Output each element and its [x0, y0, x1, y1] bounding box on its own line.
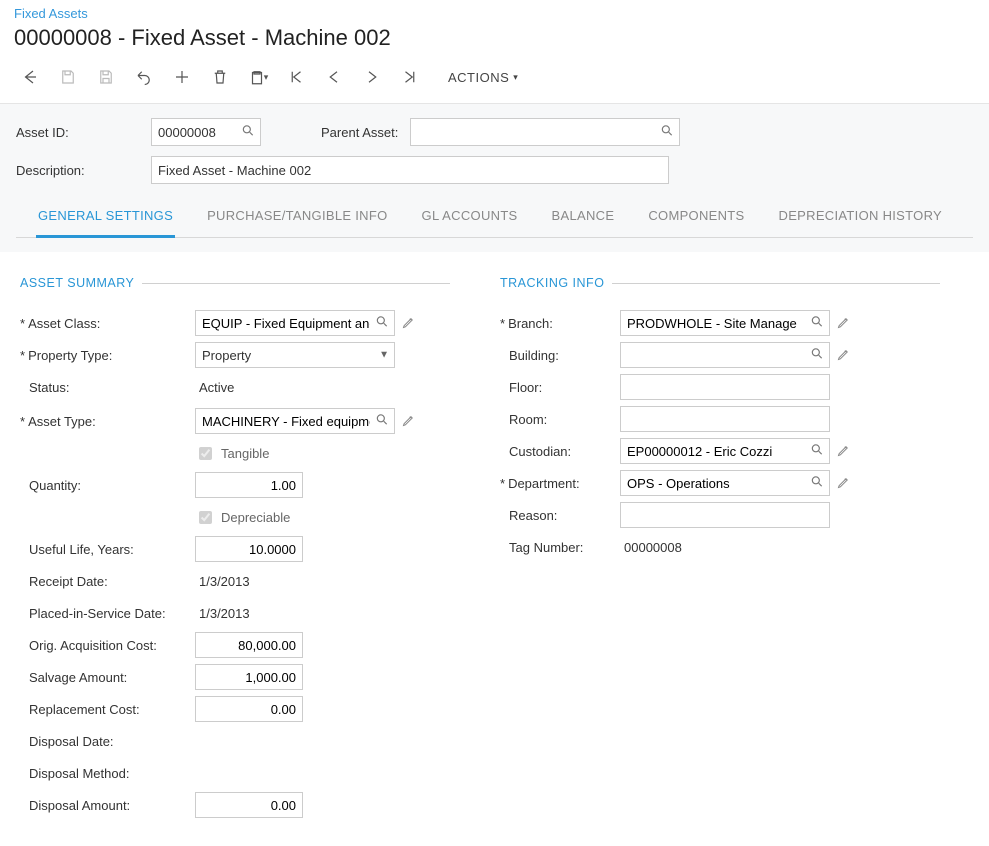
asset-id-label: Asset ID:	[16, 125, 151, 140]
add-button[interactable]	[164, 61, 200, 93]
depreciable-checkbox	[199, 511, 212, 524]
actions-menu[interactable]: ACTIONS▾	[448, 70, 518, 85]
salvage-label: Salvage Amount:	[20, 670, 195, 685]
parent-asset-input[interactable]	[410, 118, 680, 146]
prev-record-button[interactable]	[316, 61, 352, 93]
tab-components[interactable]: COMPONENTS	[646, 196, 746, 238]
parent-asset-label: Parent Asset:	[321, 125, 398, 140]
disposal-amount-input[interactable]	[195, 792, 303, 818]
asset-class-input[interactable]	[195, 310, 395, 336]
tag-number-label: Tag Number:	[500, 540, 620, 555]
asset-type-input[interactable]	[195, 408, 395, 434]
useful-life-label: Useful Life, Years:	[20, 542, 195, 557]
pencil-icon[interactable]	[401, 413, 417, 429]
orig-cost-input[interactable]	[195, 632, 303, 658]
asset-id-input[interactable]	[151, 118, 261, 146]
building-label: Building:	[500, 348, 620, 363]
pencil-icon[interactable]	[836, 315, 852, 331]
custodian-label: Custodian:	[500, 444, 620, 459]
replacement-input[interactable]	[195, 696, 303, 722]
quantity-label: Quantity:	[20, 478, 195, 493]
tag-number-value: 00000008	[620, 540, 682, 555]
reason-input[interactable]	[620, 502, 830, 528]
breadcrumb[interactable]: Fixed Assets	[14, 6, 975, 21]
asset-type-label: Asset Type:	[28, 414, 96, 429]
disposal-amount-label: Disposal Amount:	[20, 798, 195, 813]
save-close-button	[50, 61, 86, 93]
description-label: Description:	[16, 163, 151, 178]
receipt-date-label: Receipt Date:	[20, 574, 195, 589]
replacement-label: Replacement Cost:	[20, 702, 195, 717]
property-type-select[interactable]	[195, 342, 395, 368]
building-input[interactable]	[620, 342, 830, 368]
department-label: Department:	[508, 476, 580, 491]
clipboard-button[interactable]: ▾	[240, 61, 276, 93]
pencil-icon[interactable]	[836, 443, 852, 459]
tab-depreciation-history[interactable]: DEPRECIATION HISTORY	[777, 196, 944, 238]
pencil-icon[interactable]	[836, 347, 852, 363]
page-title: 00000008 - Fixed Asset - Machine 002	[14, 25, 975, 51]
status-label: Status:	[20, 380, 195, 395]
disposal-date-label: Disposal Date:	[20, 734, 195, 749]
status-value: Active	[195, 380, 234, 395]
description-input[interactable]	[151, 156, 669, 184]
back-button[interactable]	[12, 61, 48, 93]
floor-input[interactable]	[620, 374, 830, 400]
tab-purchase-tangible[interactable]: PURCHASE/TANGIBLE INFO	[205, 196, 389, 238]
property-type-label: Property Type:	[28, 348, 112, 363]
delete-button[interactable]	[202, 61, 238, 93]
tab-gl-accounts[interactable]: GL ACCOUNTS	[420, 196, 520, 238]
reason-label: Reason:	[500, 508, 620, 523]
tab-balance[interactable]: BALANCE	[550, 196, 617, 238]
orig-cost-label: Orig. Acquisition Cost:	[20, 638, 195, 653]
toolbar: ▾ ACTIONS▾	[0, 59, 989, 104]
save-button	[88, 61, 124, 93]
placed-in-service-label: Placed-in-Service Date:	[20, 606, 195, 621]
room-input[interactable]	[620, 406, 830, 432]
tab-strip: GENERAL SETTINGS PURCHASE/TANGIBLE INFO …	[16, 196, 973, 238]
last-record-button[interactable]	[392, 61, 428, 93]
section-asset-summary: ASSET SUMMARY	[20, 276, 450, 290]
tangible-checkbox	[199, 447, 212, 460]
receipt-date-value: 1/3/2013	[195, 574, 250, 589]
branch-input[interactable]	[620, 310, 830, 336]
tab-general-settings[interactable]: GENERAL SETTINGS	[36, 196, 175, 238]
first-record-button[interactable]	[278, 61, 314, 93]
undo-button[interactable]	[126, 61, 162, 93]
branch-label: Branch:	[508, 316, 553, 331]
quantity-input[interactable]	[195, 472, 303, 498]
tangible-label: Tangible	[221, 446, 269, 461]
floor-label: Floor:	[500, 380, 620, 395]
depreciable-label: Depreciable	[221, 510, 290, 525]
pencil-icon[interactable]	[401, 315, 417, 331]
section-tracking-info: TRACKING INFO	[500, 276, 940, 290]
department-input[interactable]	[620, 470, 830, 496]
room-label: Room:	[500, 412, 620, 427]
salvage-input[interactable]	[195, 664, 303, 690]
useful-life-input[interactable]	[195, 536, 303, 562]
pencil-icon[interactable]	[836, 475, 852, 491]
disposal-method-label: Disposal Method:	[20, 766, 195, 781]
next-record-button[interactable]	[354, 61, 390, 93]
asset-class-label: Asset Class:	[28, 316, 100, 331]
header-form: Asset ID: Parent Asset: Description: GEN…	[0, 104, 989, 252]
placed-in-service-value: 1/3/2013	[195, 606, 250, 621]
custodian-input[interactable]	[620, 438, 830, 464]
